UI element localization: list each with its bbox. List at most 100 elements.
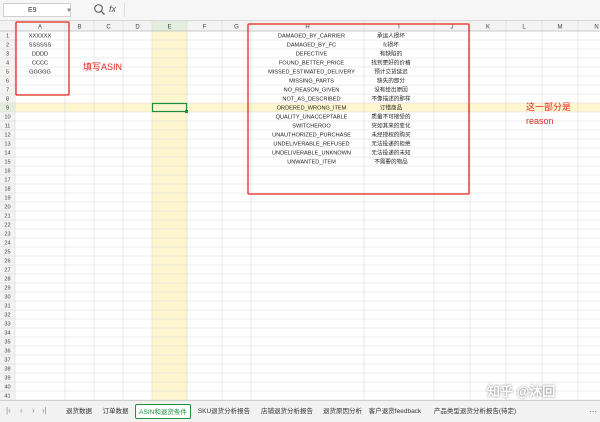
- chevron-first-icon[interactable]: |‹: [6, 405, 11, 417]
- reason-code-cell[interactable]: ORDERED_WRONG_ITEM: [277, 106, 347, 112]
- more-tabs-icon[interactable]: ⋯: [586, 404, 600, 419]
- sheet-tab-4[interactable]: SKU退货分析报告: [195, 404, 253, 419]
- reason-code-cell[interactable]: NO_REASON_GIVEN: [284, 88, 340, 94]
- reason-zh-cell[interactable]: 突如其来的变化: [371, 122, 411, 130]
- row-header-26[interactable]: 26: [4, 259, 10, 265]
- column-header-b[interactable]: B: [77, 24, 81, 30]
- row-header-24[interactable]: 24: [4, 241, 10, 247]
- row-header-2[interactable]: 2: [6, 43, 9, 49]
- chevron-down-icon[interactable]: ▼: [66, 4, 72, 18]
- sheet-tab-2[interactable]: 订单数据: [99, 404, 132, 419]
- column-header-f[interactable]: F: [203, 24, 207, 30]
- asin-cell[interactable]: CCCC: [32, 61, 48, 67]
- asin-cell[interactable]: DDDD: [32, 52, 48, 58]
- reason-code-cell[interactable]: UNDELIVERABLE_UNKNOWN: [272, 151, 351, 157]
- column-header-n[interactable]: N: [594, 24, 598, 30]
- row-header-38[interactable]: 38: [4, 367, 10, 373]
- row-header-27[interactable]: 27: [4, 268, 10, 274]
- chevron-prev-icon[interactable]: ‹: [20, 405, 23, 417]
- row-header-34[interactable]: 34: [4, 331, 10, 337]
- chevron-last-icon[interactable]: ›|: [42, 405, 47, 417]
- reason-zh-cell[interactable]: 找到更好的价格: [371, 59, 411, 67]
- column-header-h[interactable]: H: [305, 24, 309, 30]
- row-header-9[interactable]: 9: [6, 106, 9, 112]
- row-header-1[interactable]: 1: [6, 34, 9, 40]
- reason-code-cell[interactable]: UNWANTED_ITEM: [287, 160, 336, 166]
- sheet-tab-5[interactable]: 店铺退货分析报告: [258, 404, 316, 419]
- reason-zh-cell[interactable]: 未经授权的购买: [371, 131, 411, 139]
- row-header-3[interactable]: 3: [6, 52, 9, 58]
- sheet-tab-3[interactable]: ASIN和退货条件: [135, 404, 191, 419]
- sheet-tab-1[interactable]: 退货数据: [62, 404, 96, 419]
- row-header-21[interactable]: 21: [4, 214, 10, 220]
- row-header-35[interactable]: 35: [4, 340, 10, 346]
- reason-zh-cell[interactable]: 没有给出原因: [374, 86, 408, 94]
- column-header-c[interactable]: C: [106, 24, 111, 30]
- row-header-10[interactable]: 10: [4, 115, 10, 121]
- row-header-29[interactable]: 29: [4, 286, 10, 292]
- row-header-36[interactable]: 36: [4, 349, 10, 355]
- fill-handle[interactable]: [185, 110, 188, 113]
- reason-code-cell[interactable]: UNAUTHORIZED_PURCHASE: [272, 133, 351, 139]
- row-header-19[interactable]: 19: [4, 196, 10, 202]
- asin-cell[interactable]: GGGGG: [29, 70, 51, 76]
- row-header-17[interactable]: 17: [4, 178, 10, 184]
- name-box[interactable]: E9 ▼: [3, 3, 72, 18]
- reason-zh-cell[interactable]: 不需要的物品: [374, 158, 408, 166]
- row-header-22[interactable]: 22: [4, 223, 10, 229]
- reason-zh-cell[interactable]: 预计交货延迟: [374, 68, 408, 76]
- reason-zh-cell[interactable]: 无法投递的拒绝: [371, 140, 411, 148]
- row-header-13[interactable]: 13: [4, 142, 10, 148]
- row-header-4[interactable]: 4: [6, 61, 9, 67]
- reason-code-cell[interactable]: DEFECTIVE: [296, 52, 328, 58]
- asin-cell[interactable]: SSSSSS: [29, 43, 52, 49]
- column-header-k[interactable]: K: [486, 24, 490, 30]
- column-header-g[interactable]: G: [234, 24, 239, 30]
- reason-code-cell[interactable]: NOT_AS_DESCRIBED: [282, 97, 340, 103]
- reason-code-cell[interactable]: DAMAGED_BY_FC: [287, 43, 336, 49]
- row-header-31[interactable]: 31: [4, 304, 10, 310]
- reason-zh-cell[interactable]: 有缺陷的: [380, 50, 403, 58]
- reason-zh-cell[interactable]: 缺失的部分: [377, 77, 405, 85]
- row-header-40[interactable]: 40: [4, 385, 10, 391]
- row-header-15[interactable]: 15: [4, 160, 10, 166]
- row-header-30[interactable]: 30: [4, 295, 10, 301]
- asin-cell[interactable]: XXXXXX: [29, 34, 52, 40]
- reason-zh-cell[interactable]: 承运人损坏: [377, 32, 405, 40]
- spreadsheet-grid[interactable]: A B C D E F G H I J K L M N12345678910111213141516171…: [0, 21, 600, 400]
- row-header-37[interactable]: 37: [4, 358, 10, 364]
- row-header-14[interactable]: 14: [4, 151, 10, 157]
- row-header-11[interactable]: 11: [5, 124, 11, 130]
- row-header-20[interactable]: 20: [4, 205, 10, 211]
- row-header-32[interactable]: 32: [4, 313, 10, 319]
- reason-zh-cell[interactable]: 质量不可接受的: [371, 113, 411, 121]
- sheet-tab-7[interactable]: 客户退货feedback: [368, 404, 422, 419]
- reason-code-cell[interactable]: DAMAGED_BY_CARRIER: [278, 34, 345, 40]
- reason-code-cell[interactable]: UNDELIVERABLE_REFUSED: [273, 142, 349, 148]
- row-header-18[interactable]: 18: [4, 187, 10, 193]
- reason-code-cell[interactable]: MISSING_PARTS: [289, 79, 334, 85]
- row-header-25[interactable]: 25: [4, 250, 10, 256]
- column-header-m[interactable]: M: [558, 24, 563, 30]
- column-header-d[interactable]: D: [135, 24, 140, 30]
- zoom-icon[interactable]: [93, 3, 106, 16]
- row-header-41[interactable]: 41: [4, 394, 10, 400]
- row-header-12[interactable]: 12: [4, 133, 10, 139]
- row-header-7[interactable]: 7: [6, 88, 9, 94]
- chevron-next-icon[interactable]: ›: [32, 405, 35, 417]
- fx-label[interactable]: fx: [109, 3, 116, 16]
- reason-zh-cell[interactable]: fc损坏: [383, 41, 399, 49]
- row-header-33[interactable]: 33: [4, 322, 10, 328]
- reason-zh-cell[interactable]: 不像描述的那样: [371, 95, 411, 103]
- column-header-j[interactable]: J: [451, 24, 454, 30]
- row-header-5[interactable]: 5: [6, 70, 9, 76]
- row-header-28[interactable]: 28: [4, 277, 10, 283]
- reason-zh-cell[interactable]: 订错商品: [380, 104, 403, 112]
- row-header-23[interactable]: 23: [4, 232, 10, 238]
- reason-zh-cell[interactable]: 无法投递的未知: [371, 149, 411, 157]
- reason-code-cell[interactable]: FOUND_BETTER_PRICE: [279, 61, 345, 67]
- reason-code-cell[interactable]: MISSED_ESTIMATED_DELIVERY: [268, 70, 355, 76]
- reason-code-cell[interactable]: QUALITY_UNACCEPTABLE: [276, 115, 348, 121]
- row-header-16[interactable]: 16: [4, 169, 10, 175]
- column-header-e[interactable]: E: [167, 24, 171, 30]
